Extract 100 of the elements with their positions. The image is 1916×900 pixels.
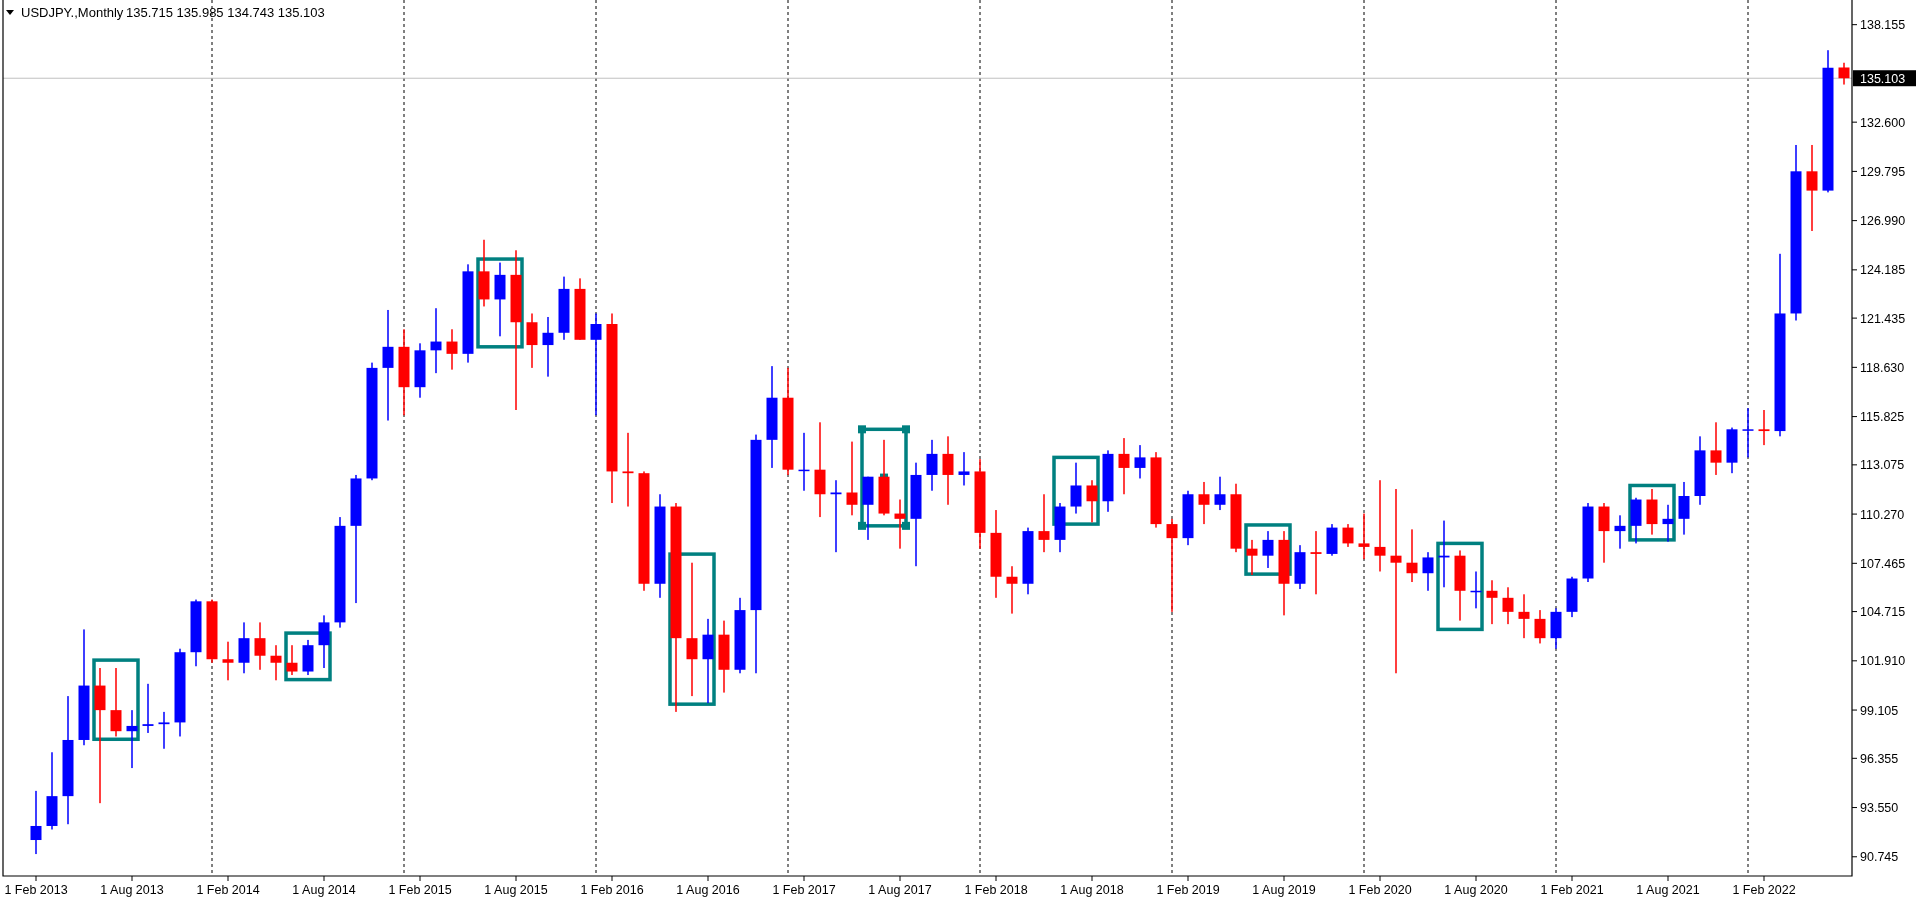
candlestick bbox=[286, 645, 298, 676]
candlestick bbox=[1262, 531, 1274, 568]
candlestick bbox=[1086, 480, 1098, 523]
highlight-rectangle[interactable] bbox=[1052, 455, 1100, 526]
price-axis-label: 121.435 bbox=[1860, 311, 1906, 326]
ref-line-label: 135.103 bbox=[1860, 71, 1906, 86]
date-axis-label: 1 Aug 2019 bbox=[1252, 883, 1316, 897]
candlestick bbox=[1662, 504, 1674, 542]
date-axis-label: 1 Aug 2014 bbox=[292, 883, 356, 897]
candlestick bbox=[30, 790, 42, 855]
date-axis-label: 1 Feb 2022 bbox=[1732, 883, 1796, 897]
highlight-rectangle[interactable] bbox=[1628, 483, 1676, 542]
price-axis-label: 99.105 bbox=[1860, 703, 1899, 718]
ohlc-quote: 135.715 135.985 134.743 135.103 bbox=[126, 5, 325, 20]
dropdown-triangle-icon[interactable] bbox=[6, 10, 14, 15]
candlestick bbox=[126, 710, 138, 769]
candlestick bbox=[1630, 497, 1642, 544]
candlestick bbox=[1726, 427, 1738, 474]
candlestick bbox=[1710, 422, 1722, 475]
candlestick bbox=[1182, 490, 1194, 546]
candlestick bbox=[1406, 529, 1418, 582]
date-axis-label: 1 Feb 2017 bbox=[772, 883, 836, 897]
candlestick bbox=[1614, 515, 1626, 549]
candlestick bbox=[1742, 408, 1754, 458]
candlestick bbox=[1342, 524, 1354, 547]
candlestick bbox=[542, 317, 554, 377]
candlestick bbox=[1198, 481, 1210, 525]
candlestick bbox=[414, 343, 426, 398]
candlestick bbox=[1422, 552, 1434, 591]
date-axis-label: 1 Aug 2017 bbox=[868, 883, 932, 897]
date-axis-label: 1 Feb 2019 bbox=[1156, 883, 1220, 897]
price-axis-label: 115.825 bbox=[1860, 410, 1905, 425]
highlight-rectangle[interactable] bbox=[1436, 541, 1484, 632]
price-axis-label: 126.990 bbox=[1860, 214, 1906, 229]
candlestick bbox=[430, 308, 442, 374]
date-axis-label: 1 Feb 2013 bbox=[4, 883, 68, 897]
candlestick bbox=[1486, 580, 1498, 625]
date-axis-label: 1 Aug 2020 bbox=[1444, 883, 1508, 897]
price-axis-label: 118.630 bbox=[1860, 360, 1905, 375]
candlestick bbox=[1758, 410, 1770, 446]
candlestick bbox=[254, 622, 266, 670]
candlestick bbox=[222, 641, 234, 681]
highlight-rectangle[interactable] bbox=[92, 658, 140, 741]
price-axis-label: 90.745 bbox=[1860, 850, 1899, 865]
candlestick bbox=[1134, 445, 1146, 479]
price-axis-label: 138.155 bbox=[1860, 18, 1906, 33]
candlestick bbox=[1230, 483, 1242, 553]
candlestick bbox=[1550, 608, 1562, 649]
date-axis-label: 1 Aug 2018 bbox=[1060, 883, 1124, 897]
price-axis-label: 96.355 bbox=[1860, 751, 1899, 766]
candlestick bbox=[526, 313, 538, 368]
candlestick bbox=[1838, 62, 1850, 85]
candlestick bbox=[1694, 436, 1706, 505]
candlestick bbox=[1214, 476, 1226, 511]
candlestick bbox=[238, 622, 250, 674]
candlestick bbox=[1310, 531, 1322, 595]
candlestick bbox=[270, 645, 282, 681]
price-axis-label: 129.795 bbox=[1860, 164, 1906, 179]
candlestick bbox=[574, 278, 586, 340]
price-axis-label: 132.600 bbox=[1860, 115, 1906, 130]
candlestick bbox=[558, 276, 570, 340]
candlestick bbox=[1518, 594, 1530, 639]
candlestick bbox=[446, 329, 458, 370]
candlestick bbox=[142, 683, 154, 733]
candlestick bbox=[1246, 539, 1258, 575]
date-axis-label: 1 Feb 2015 bbox=[388, 883, 452, 897]
candlestick bbox=[1454, 550, 1466, 621]
candlestick bbox=[206, 599, 218, 663]
candlestick bbox=[190, 599, 202, 667]
highlight-rectangle[interactable] bbox=[1244, 523, 1292, 576]
highlight-rectangle[interactable] bbox=[284, 631, 332, 682]
candlestick bbox=[1022, 527, 1034, 595]
candlestick bbox=[1326, 524, 1338, 556]
candlestick bbox=[1566, 576, 1578, 618]
candlestick bbox=[1598, 503, 1610, 563]
candlestick bbox=[1678, 481, 1690, 535]
date-axis-label: 1 Aug 2015 bbox=[484, 883, 548, 897]
candlestick bbox=[1070, 462, 1082, 514]
candlestick bbox=[318, 615, 330, 668]
date-axis-label: 1 Feb 2018 bbox=[964, 883, 1028, 897]
candlestick bbox=[894, 499, 906, 549]
highlight-rectangle[interactable] bbox=[668, 552, 716, 706]
price-axis-label: 104.715 bbox=[1860, 605, 1906, 620]
highlight-rectangle[interactable] bbox=[858, 425, 910, 530]
candlestick bbox=[798, 432, 810, 491]
price-axis-label: 101.910 bbox=[1860, 654, 1906, 669]
highlight-rectangle[interactable] bbox=[476, 257, 524, 349]
current-price-label: 135.103 bbox=[1853, 70, 1916, 87]
candlestick bbox=[1006, 566, 1018, 614]
candlestick bbox=[1294, 545, 1306, 590]
candlestick bbox=[1534, 610, 1546, 644]
chart-symbol: USDJPY.,Monthly bbox=[21, 5, 124, 20]
candlestick bbox=[1054, 503, 1066, 553]
price-axis-label: 113.075 bbox=[1860, 458, 1905, 473]
candlestick bbox=[1470, 571, 1482, 609]
date-axis-label: 1 Feb 2020 bbox=[1348, 883, 1412, 897]
candlestick bbox=[158, 711, 170, 749]
candlestick bbox=[1646, 489, 1658, 535]
candlestick bbox=[942, 436, 954, 505]
candlestick bbox=[1118, 438, 1130, 495]
